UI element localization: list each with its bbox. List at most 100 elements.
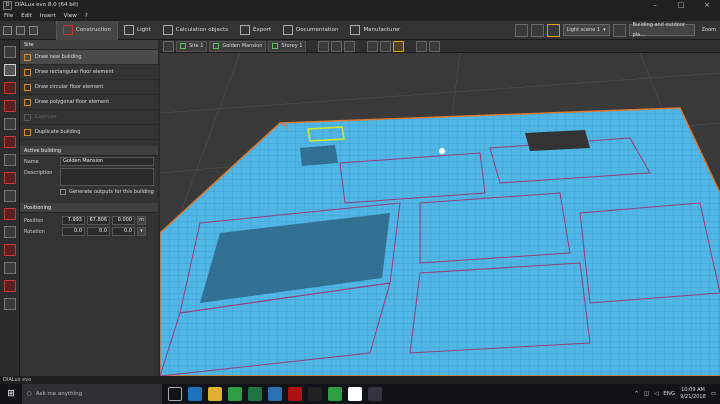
menu-file[interactable]: File <box>0 11 17 21</box>
cut-ruler-item: Cut/ruler <box>20 110 158 125</box>
edge-icon[interactable] <box>188 387 202 401</box>
tool-measure-icon[interactable] <box>4 298 16 310</box>
breadcrumb-storey[interactable]: Storey 1 <box>268 40 307 52</box>
taskbar-search[interactable]: ○ Ask me anything <box>22 384 162 404</box>
highlight-icon[interactable] <box>546 23 560 37</box>
revit-icon[interactable] <box>308 387 322 401</box>
export-icon <box>240 25 251 35</box>
view-side-icon[interactable] <box>344 40 356 52</box>
minimize-icon[interactable]: – <box>642 0 668 11</box>
light-icon <box>124 25 135 35</box>
tab-light[interactable]: Light <box>118 21 157 40</box>
draw-new-building-item[interactable]: Draw new building <box>20 50 158 65</box>
task-view-icon[interactable] <box>168 387 182 401</box>
tool-wall-icon[interactable] <box>4 118 16 130</box>
tool-room-icon[interactable] <box>4 100 16 112</box>
breadcrumb-site[interactable]: Site 1 <box>176 40 208 52</box>
select-icon[interactable] <box>367 40 379 52</box>
name-row: Name Golden Mansion <box>20 156 158 167</box>
tab-construction[interactable]: Construction <box>56 20 119 40</box>
tool-window-icon[interactable] <box>4 154 16 166</box>
position-x-field[interactable]: 7.993 <box>62 216 85 225</box>
menu-insert[interactable]: Insert <box>36 11 60 21</box>
fit-icon[interactable] <box>393 40 405 52</box>
tool-material-icon[interactable] <box>4 280 16 292</box>
explorer-icon[interactable] <box>208 387 222 401</box>
network-icon[interactable]: ◫ <box>644 391 649 397</box>
description-field[interactable] <box>60 168 154 186</box>
breadcrumb-building[interactable]: Golden Mansion <box>209 40 267 52</box>
view-front-icon[interactable] <box>331 40 343 52</box>
light-scene-select[interactable]: Light scene 1 ▾ <box>562 24 610 36</box>
excel-icon[interactable] <box>248 387 262 401</box>
pan-icon[interactable] <box>416 40 428 52</box>
grid-icon[interactable] <box>514 23 528 37</box>
construction-icon <box>63 25 73 35</box>
light-toggle-icon[interactable] <box>530 23 544 37</box>
tool-ceiling-icon[interactable] <box>4 190 16 202</box>
windows-start-icon[interactable]: ⊞ <box>0 384 22 404</box>
tab-documentation[interactable]: Documentation <box>277 21 344 40</box>
tab-calculation-objects[interactable]: Calculation objects <box>157 21 234 40</box>
volume-icon[interactable]: ◁ <box>654 391 658 397</box>
sketchup-icon[interactable] <box>268 387 282 401</box>
manufacturer-icon <box>350 25 361 35</box>
camtasia-c-icon[interactable] <box>348 387 362 401</box>
language-label[interactable]: ENG <box>663 391 675 397</box>
tool-site-icon[interactable] <box>4 46 16 58</box>
chevron-up-icon[interactable]: ^ <box>634 391 639 397</box>
unit-select[interactable]: m <box>137 216 146 225</box>
tool-building-icon[interactable] <box>4 64 16 76</box>
position-z-field[interactable]: 0.000 <box>112 216 135 225</box>
rotation-z-field[interactable]: 0.0 <box>112 227 135 236</box>
undo-icon[interactable] <box>16 25 25 35</box>
redo-icon[interactable] <box>29 25 38 35</box>
camtasia-icon[interactable] <box>228 387 242 401</box>
tool-storey-icon[interactable] <box>4 82 16 94</box>
scene-settings-icon[interactable] <box>612 23 626 37</box>
rotation-dropdown[interactable]: ▾ <box>137 227 146 236</box>
acrobat-icon[interactable] <box>288 387 302 401</box>
dialux-task-icon[interactable] <box>368 387 382 401</box>
zoom-label[interactable]: Zoom <box>698 27 720 33</box>
tab-manufacturer[interactable]: Manufacturer <box>344 21 406 40</box>
view-plan-icon[interactable] <box>318 40 330 52</box>
3d-viewport[interactable] <box>160 53 720 376</box>
tool-stairs-icon[interactable] <box>4 226 16 238</box>
position-y-field[interactable]: 67.806 <box>87 216 110 225</box>
green-app-icon[interactable] <box>328 387 342 401</box>
status-bar: DIALux evo <box>0 376 720 384</box>
rotation-x-field[interactable]: 0.0 <box>62 227 85 236</box>
rotation-y-field[interactable]: 0.0 <box>87 227 110 236</box>
tool-roof-icon[interactable] <box>4 172 16 184</box>
position-row: Position 7.993 67.806 0.000 m <box>20 215 158 226</box>
cursor-icon <box>439 148 445 154</box>
rotation-row: Rotation 0.0 0.0 0.0 ▾ <box>20 226 158 237</box>
menu-edit[interactable]: Edit <box>17 11 36 21</box>
view-3d-icon[interactable] <box>163 40 174 52</box>
maximize-icon[interactable]: □ <box>668 0 694 11</box>
duplicate-building-item[interactable]: Duplicate building <box>20 125 158 140</box>
tab-export[interactable]: Export <box>234 21 277 40</box>
clock[interactable]: 10:09 AM 9/21/2018 <box>680 387 706 401</box>
view-mode-select[interactable]: Building and outdoor pla... <box>628 22 695 38</box>
building-name-field[interactable]: Golden Mansion <box>60 157 154 166</box>
tool-column-icon[interactable] <box>4 208 16 220</box>
notifications-icon[interactable]: ▭ <box>711 391 716 397</box>
menu-view[interactable]: View <box>60 11 81 21</box>
draw-circular-floor-item[interactable]: Draw circular floor element <box>20 80 158 95</box>
draw-rect-floor-item[interactable]: Draw rectangular floor element <box>20 65 158 80</box>
tool-cut-icon[interactable] <box>4 244 16 256</box>
draw-polygonal-floor-item[interactable]: Draw polygonal floor element <box>20 95 158 110</box>
generate-outputs-checkbox[interactable]: Generate outputs for this building <box>20 187 158 197</box>
close-icon[interactable]: × <box>694 0 720 11</box>
zoom-extents-icon[interactable] <box>380 40 392 52</box>
menu-help[interactable]: ? <box>81 11 92 21</box>
site-icon <box>180 43 186 49</box>
rotate-icon[interactable] <box>429 40 441 52</box>
title-bar: D DIALux evo 8.0 (64 bit) – □ × <box>0 0 720 11</box>
viewport-toolbar: Site 1 Golden Mansion Storey 1 <box>160 40 720 53</box>
tool-door-icon[interactable] <box>4 136 16 148</box>
tool-furniture-icon[interactable] <box>4 262 16 274</box>
save-icon[interactable] <box>3 25 12 35</box>
